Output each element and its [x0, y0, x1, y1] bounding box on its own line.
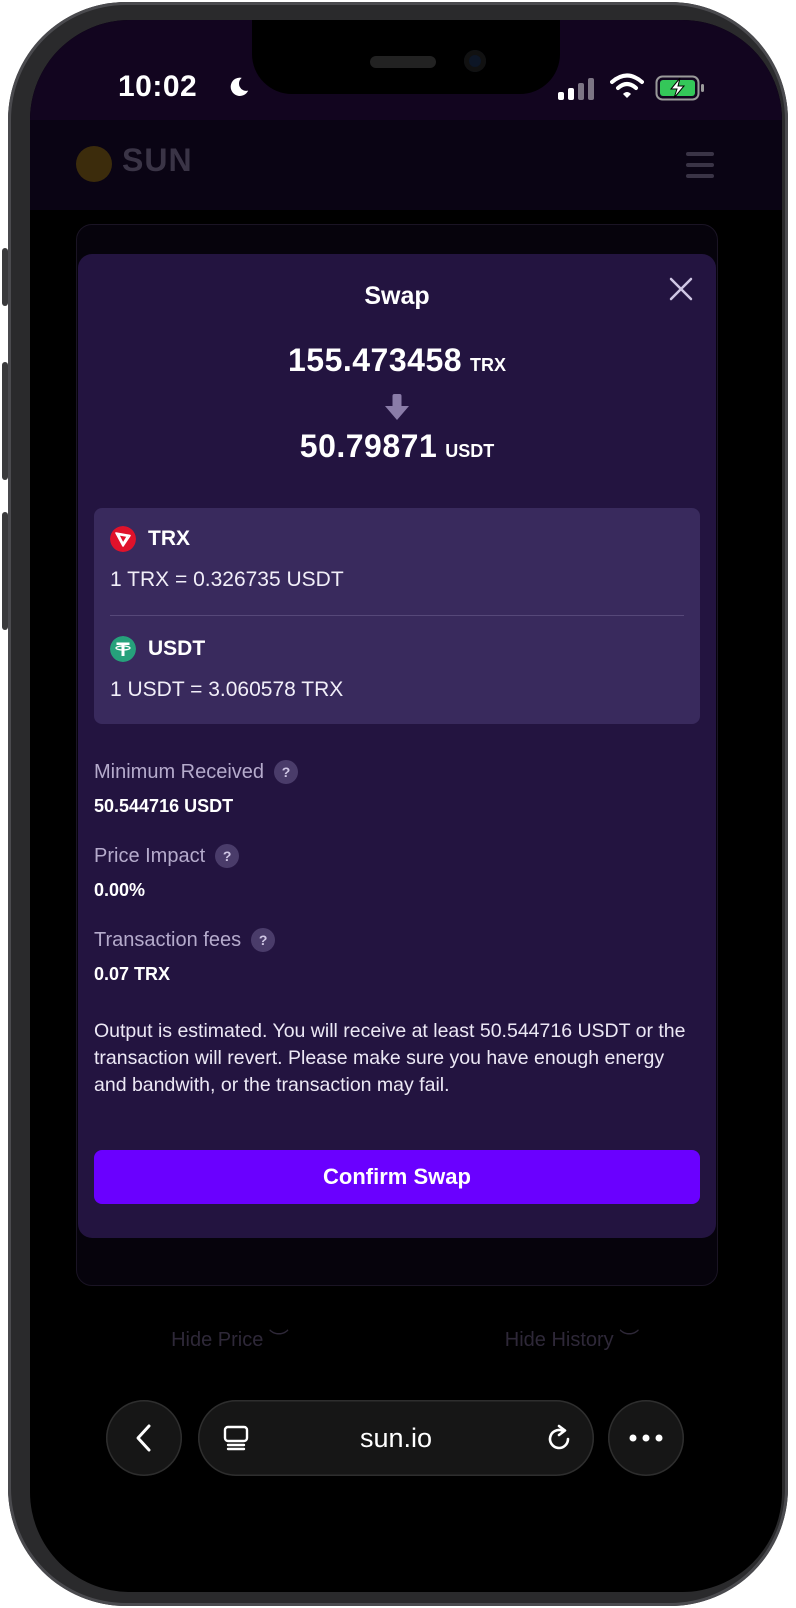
phone-frame: 10:02 SUN Hide Price ︶ Hide History ︶ Sw…: [2, 2, 788, 1606]
close-icon[interactable]: [668, 276, 694, 302]
dynamic-island: [252, 20, 560, 94]
menu-icon[interactable]: [686, 152, 714, 185]
modal-title: Swap: [364, 282, 430, 310]
moon-icon: [230, 77, 249, 96]
price-impact-label-text: Price Impact: [94, 844, 206, 867]
usdt-token-row: USDT: [110, 636, 205, 662]
estimate-note: Output is estimated. You will receive at…: [94, 1020, 686, 1096]
hide-history-label: Hide History: [504, 1329, 614, 1351]
help-icon[interactable]: ?: [215, 844, 240, 868]
usdt-token-name: USDT: [148, 637, 206, 660]
exchange-rates-panel: TRX 1 TRX = 0.326735 USDT USDT 1 USDT = …: [94, 508, 700, 724]
to-unit: USDT: [445, 441, 495, 461]
camera: [464, 50, 486, 72]
volume-up-button: [2, 362, 8, 480]
reload-icon[interactable]: [544, 1424, 574, 1454]
screen: 10:02 SUN Hide Price ︶ Hide History ︶ Sw…: [30, 20, 782, 1592]
price-impact-label: Price Impact ?: [94, 844, 240, 868]
status-bar: 10:02: [30, 20, 782, 120]
trx-logo-icon: [110, 526, 136, 552]
brand-name: SUN: [122, 142, 193, 178]
url-text: sun.io: [359, 1423, 433, 1453]
help-icon[interactable]: ?: [251, 928, 276, 952]
address-bar[interactable]: sun.io: [198, 1400, 594, 1476]
arrow-down-icon: [385, 394, 409, 420]
to-amount: 50.79871: [299, 428, 438, 464]
price-impact-value: 0.00%: [94, 880, 146, 900]
swap-confirm-modal: Swap 155.473458 TRX 50.79871 USDT TRX 1 …: [78, 254, 716, 1238]
hide-price-label: Hide Price: [171, 1329, 264, 1351]
minimum-received-value: 50.544716 USDT: [94, 796, 234, 816]
battery-charging-icon: [655, 75, 704, 101]
to-amount-row: 50.79871 USDT: [78, 428, 716, 465]
trx-token-name: TRX: [148, 527, 190, 550]
usdt-logo-icon: [110, 636, 136, 662]
wifi-icon: [610, 73, 644, 98]
from-amount: 155.473458: [287, 342, 463, 378]
status-time: 10:02: [118, 70, 198, 103]
sun-logo-icon: [76, 146, 112, 182]
from-amount-row: 155.473458 TRX: [78, 342, 716, 379]
minimum-received-label: Minimum Received ?: [94, 760, 299, 784]
usdt-rate: 1 USDT = 3.060578 TRX: [110, 678, 344, 701]
transaction-fees-label: Transaction fees ?: [94, 928, 276, 952]
trx-token-row: TRX: [110, 526, 190, 552]
help-icon[interactable]: ?: [274, 760, 299, 784]
from-unit: TRX: [470, 355, 507, 375]
more-dots-icon: [629, 1434, 663, 1442]
trx-rate: 1 TRX = 0.326735 USDT: [110, 568, 344, 591]
back-button[interactable]: [106, 1400, 182, 1476]
hide-history-button[interactable]: Hide History ︶: [412, 1315, 732, 1365]
volume-down-button: [2, 512, 8, 630]
hide-price-button[interactable]: Hide Price ︶: [70, 1315, 390, 1365]
chevron-left-icon: [136, 1424, 151, 1452]
more-button[interactable]: [608, 1400, 684, 1476]
speaker: [370, 56, 436, 68]
minimum-received-label-text: Minimum Received: [94, 760, 265, 783]
transaction-fees-value: 0.07 TRX: [94, 964, 171, 984]
rates-divider: [110, 615, 684, 616]
confirm-swap-button[interactable]: Confirm Swap: [94, 1150, 700, 1204]
mute-switch: [2, 248, 8, 306]
transaction-fees-label-text: Transaction fees: [94, 928, 242, 951]
